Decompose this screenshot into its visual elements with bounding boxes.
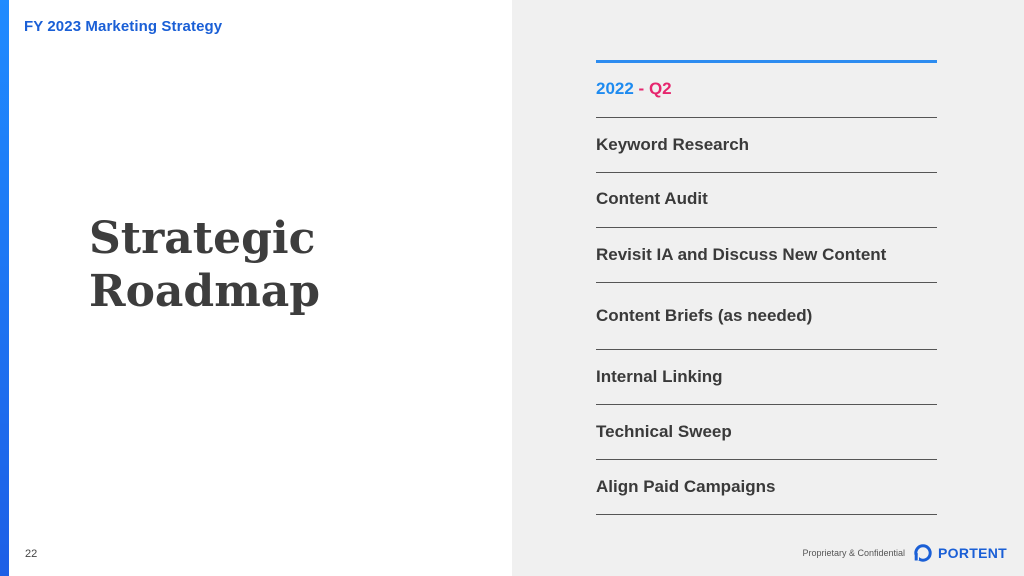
logo-wordmark: PORTENT — [938, 545, 1007, 561]
roadmap-divider — [596, 227, 937, 228]
portent-logo: PORTENT — [913, 543, 1007, 563]
page-title-line-2: Roadmap — [89, 266, 321, 317]
roadmap-divider — [596, 282, 937, 283]
quarter-year: 2022 — [596, 79, 634, 98]
portent-o-icon — [914, 544, 932, 562]
roadmap-quarter: 2022 - Q2 — [596, 79, 672, 99]
page-title: Strategic Roadmap — [89, 212, 320, 318]
roadmap-item: Content Audit — [596, 189, 708, 208]
confidential-note: Proprietary & Confidential — [802, 548, 905, 558]
roadmap-divider — [596, 117, 937, 118]
roadmap-item: Revisit IA and Discuss New Content — [596, 245, 887, 264]
roadmap-item: Keyword Research — [596, 135, 750, 154]
roadmap-divider — [596, 459, 937, 460]
roadmap-divider — [596, 404, 937, 405]
slide: FY 2023 Marketing Strategy Strategic Roa… — [0, 0, 1024, 576]
page-title-line-1: Strategic — [89, 213, 316, 264]
quarter-separator: - — [633, 79, 649, 98]
roadmap-divider — [596, 172, 937, 173]
roadmap-divider — [596, 514, 937, 515]
roadmap-divider — [596, 349, 937, 350]
footer: Proprietary & Confidential PORTENT — [802, 543, 1007, 563]
quarter-label: Q2 — [648, 79, 672, 98]
roadmap-item: Content Briefs (as needed) — [596, 306, 813, 325]
page-number: 22 — [25, 548, 38, 560]
roadmap-item: Align Paid Campaigns — [596, 477, 776, 496]
left-accent-bar — [0, 0, 9, 576]
deck-title: FY 2023 Marketing Strategy — [24, 18, 223, 35]
roadmap-top-rule — [596, 60, 937, 63]
roadmap-item: Technical Sweep — [596, 422, 732, 441]
roadmap-item: Internal Linking — [596, 367, 723, 386]
